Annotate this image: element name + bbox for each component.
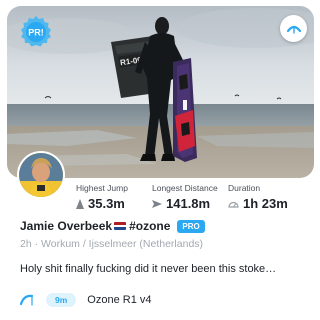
arrow-right-icon: [152, 199, 162, 208]
kite-icon: [20, 294, 34, 306]
session-photo[interactable]: R1-09: [7, 6, 314, 178]
brand-logo-button[interactable]: [280, 15, 307, 42]
arrow-up-icon: [76, 198, 84, 209]
stat-label: Highest Jump: [76, 183, 128, 193]
badge-icon: PR!: [21, 16, 51, 47]
stat-label: Longest Distance: [152, 183, 218, 193]
stat-value: 35.3m: [88, 196, 125, 211]
stat-value: 1h 23m: [243, 196, 288, 211]
stat-duration: Duration 1h 23m: [228, 183, 288, 211]
stat-value: 141.8m: [166, 196, 211, 211]
kitesurfer-photo: R1-09: [7, 6, 314, 178]
rider-name[interactable]: Jamie Overbeek: [20, 219, 112, 233]
session-card[interactable]: R1-09 PR! Highest Jump 35.3m Longest Dis…: [0, 0, 320, 320]
session-meta: 2h · Workum / Ijsselmeer (Netherlands): [20, 238, 204, 250]
pro-badge: PRO: [177, 219, 205, 233]
pr-badge: PR!: [19, 15, 53, 49]
stat-highest-jump: Highest Jump 35.3m: [76, 183, 128, 211]
gear-name: Ozone R1 v4: [87, 294, 152, 306]
avatar-image: [19, 153, 63, 197]
gear-row[interactable]: 9m Ozone R1 v4: [20, 292, 152, 308]
netherlands-flag-icon: [114, 222, 127, 230]
stat-label: Duration: [228, 183, 261, 193]
stat-longest-distance: Longest Distance 141.8m: [152, 183, 218, 211]
svg-text:PR!: PR!: [28, 28, 44, 38]
gear-size-badge: 9m: [46, 293, 77, 307]
rider-name-row: Jamie Overbeek #ozone PRO: [20, 218, 205, 234]
kite-icon: [286, 25, 301, 34]
session-caption[interactable]: Holy shit finally fucking did it never b…: [20, 263, 310, 275]
avatar[interactable]: [17, 151, 65, 199]
clock-icon: [228, 201, 239, 208]
rider-hashtag[interactable]: #ozone: [129, 219, 170, 233]
